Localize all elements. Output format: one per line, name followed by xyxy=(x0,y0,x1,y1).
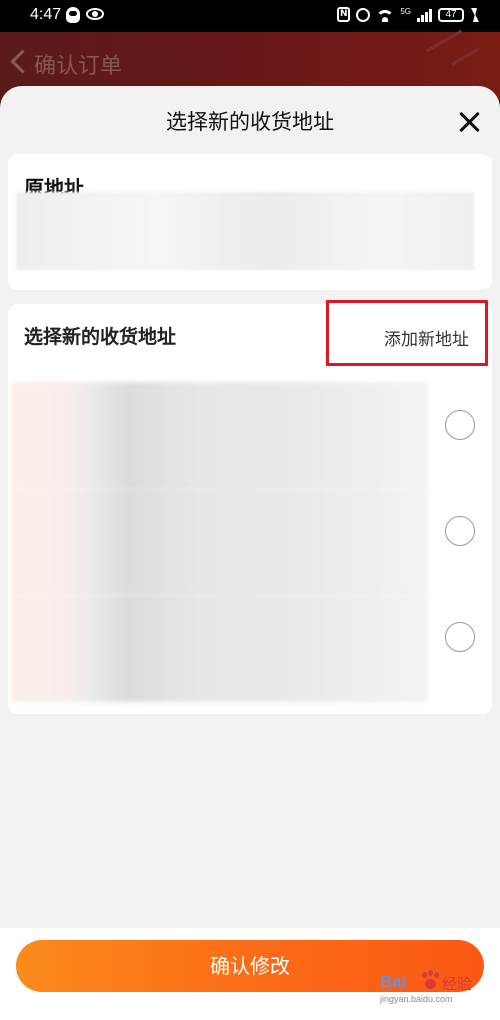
battery-icon: 47 xyxy=(438,7,464,22)
address-radio[interactable] xyxy=(445,622,475,652)
network-type: 5G xyxy=(400,7,411,16)
status-time: 4:47 xyxy=(30,6,62,23)
original-address-redacted xyxy=(16,192,474,270)
baidu-jingyan-watermark: Bai 经验 jingyan.baidu.com xyxy=(380,968,490,1012)
back-icon xyxy=(10,49,35,74)
status-left-icons xyxy=(66,7,104,23)
select-address-card: 选择新的收货地址 添加新地址 xyxy=(8,300,492,714)
add-new-address-button[interactable]: 添加新地址 xyxy=(326,300,488,366)
qq-icon xyxy=(66,7,80,23)
bottom-bar: 确认修改 Bai 经验 jingyan.baidu.com xyxy=(0,928,500,1020)
wifi-icon xyxy=(376,8,395,22)
address-option-redacted xyxy=(12,594,428,702)
close-icon[interactable] xyxy=(458,110,482,134)
nfc-icon: N xyxy=(337,7,351,22)
signal-icon xyxy=(417,8,432,22)
address-sheet: 选择新的收货地址 原地址 选择新的收货地址 添加新地址 确认修改 Bai 经验 … xyxy=(0,86,500,1020)
eye-icon xyxy=(86,8,104,20)
address-option[interactable] xyxy=(12,594,488,702)
address-option-redacted xyxy=(12,488,428,596)
watermark-brand: Bai xyxy=(380,972,407,991)
address-option[interactable] xyxy=(12,488,488,596)
add-new-address-label: 添加新地址 xyxy=(384,330,469,350)
alarm-icon xyxy=(356,7,371,22)
address-option[interactable] xyxy=(12,382,488,490)
status-bar: 4:47 N 5G 47 xyxy=(0,0,500,32)
original-address-card: 原地址 xyxy=(8,154,492,290)
watermark-suffix: 经验 xyxy=(442,975,473,993)
select-address-heading: 选择新的收货地址 xyxy=(24,326,177,348)
sheet-title: 选择新的收货地址 xyxy=(166,110,334,134)
status-right-icons: N 5G 47 xyxy=(337,7,479,22)
charging-icon xyxy=(470,7,479,22)
background-page-title: 确认订单 xyxy=(34,54,123,79)
address-option-redacted xyxy=(12,382,428,490)
address-radio[interactable] xyxy=(445,516,475,546)
baidu-paw-icon xyxy=(420,970,440,992)
address-radio[interactable] xyxy=(445,410,475,440)
watermark-url: jingyan.baidu.com xyxy=(380,994,453,1004)
original-address-label: 原地址 xyxy=(24,176,84,194)
